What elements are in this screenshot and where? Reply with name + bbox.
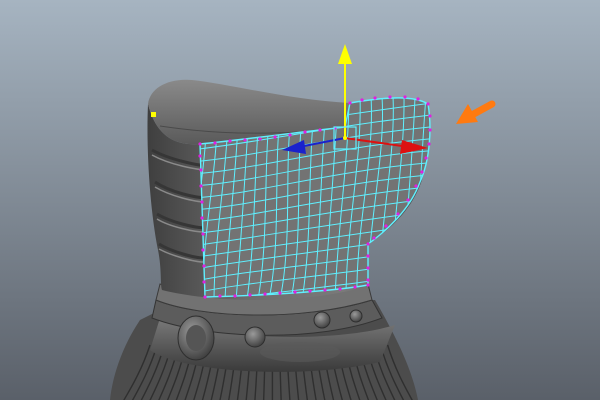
mesh-vertex[interactable] [200, 200, 204, 204]
mesh-vertex[interactable] [396, 212, 400, 216]
mesh-vertex[interactable] [414, 184, 418, 188]
mesh-vertex[interactable] [248, 293, 252, 297]
mesh-vertex[interactable] [203, 295, 207, 299]
mesh-vertex[interactable] [420, 170, 424, 174]
mesh-vertex[interactable] [201, 248, 205, 252]
mesh-vertex[interactable] [366, 266, 370, 270]
mesh-vertex[interactable] [426, 102, 430, 106]
mesh-vertex[interactable] [428, 128, 432, 132]
mesh-vertex[interactable] [198, 142, 202, 146]
mesh-vertex[interactable] [202, 280, 206, 284]
mesh-vertex[interactable] [406, 198, 410, 202]
mesh-vertex[interactable] [388, 95, 392, 99]
mesh-vertex[interactable] [323, 288, 327, 292]
mesh-vertex[interactable] [366, 254, 370, 258]
mesh-vertex[interactable] [427, 142, 431, 146]
mesh-vertex[interactable] [372, 236, 376, 240]
mesh-vertex[interactable] [318, 128, 322, 132]
mesh-vertex[interactable] [416, 97, 420, 101]
mesh-vertex[interactable] [199, 168, 203, 172]
mesh-vertex[interactable] [373, 96, 377, 100]
mesh-vertex[interactable] [293, 290, 297, 294]
mesh-vertex[interactable] [213, 141, 217, 145]
mesh-vertex[interactable] [199, 184, 203, 188]
mesh-vertex[interactable] [366, 278, 370, 282]
mesh-vertex[interactable] [258, 137, 262, 141]
mesh-vertex[interactable] [218, 294, 222, 298]
mesh-vertex[interactable] [202, 264, 206, 268]
mesh-vertex[interactable] [303, 130, 307, 134]
pivot-point-marker[interactable] [151, 112, 156, 117]
mesh-vertex[interactable] [424, 156, 428, 160]
viewport-scene[interactable] [0, 0, 600, 400]
manipulator-pivot [343, 136, 347, 140]
mesh-vertex[interactable] [198, 154, 202, 158]
mesh-vertex[interactable] [428, 114, 432, 118]
mesh-vertex[interactable] [384, 224, 388, 228]
mesh-vertex[interactable] [228, 139, 232, 143]
mesh-vertex[interactable] [338, 287, 342, 291]
mesh-vertex[interactable] [278, 291, 282, 295]
mesh-vertex[interactable] [366, 283, 370, 287]
mesh-vertex[interactable] [353, 285, 357, 289]
mesh-vertex[interactable] [308, 289, 312, 293]
mesh-vertex[interactable] [288, 133, 292, 137]
mesh-vertex[interactable] [403, 95, 407, 99]
mesh-vertex[interactable] [348, 101, 352, 105]
mesh-vertex[interactable] [360, 98, 364, 102]
mesh-vertex[interactable] [273, 135, 277, 139]
3d-viewport[interactable] [0, 0, 600, 400]
mesh-vertex[interactable] [200, 216, 204, 220]
mesh-vertex[interactable] [243, 138, 247, 142]
mesh-vertex[interactable] [201, 232, 205, 236]
mesh-vertex[interactable] [233, 294, 237, 298]
mesh-vertex[interactable] [366, 242, 370, 246]
mesh-vertex[interactable] [263, 292, 267, 296]
